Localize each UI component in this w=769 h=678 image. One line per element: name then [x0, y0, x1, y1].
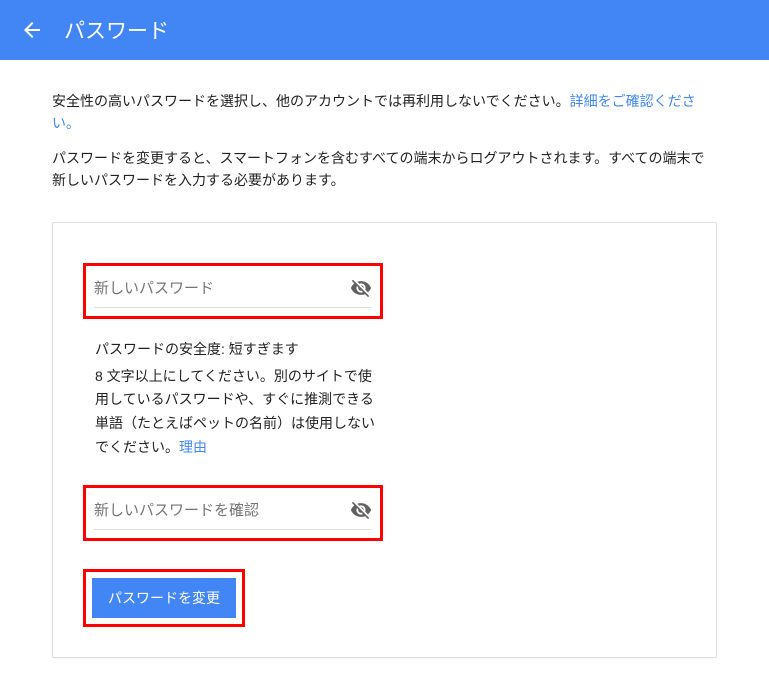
back-arrow-icon[interactable] — [20, 18, 44, 42]
intro-text-2: パスワードを変更すると、スマートフォンを含むすべての端末からログアウトされます。… — [52, 147, 717, 192]
confirm-password-input[interactable] — [94, 496, 350, 525]
visibility-off-icon[interactable] — [350, 499, 372, 521]
password-card: パスワードの安全度: 短すぎます 8 文字以上にしてください。別のサイトで使用し… — [52, 222, 717, 658]
change-password-button[interactable]: パスワードを変更 — [92, 578, 236, 618]
header-title: パスワード — [64, 15, 169, 45]
new-password-input[interactable] — [94, 274, 350, 303]
submit-button-highlight: パスワードを変更 — [83, 569, 245, 627]
intro-text-1: 安全性の高いパスワードを選択し、他のアカウントでは再利用しないでください。詳細を… — [52, 90, 717, 135]
confirm-password-highlight — [83, 485, 383, 541]
strength-desc-text: 8 文字以上にしてください。別のサイトで使用しているパスワードや、すぐに推測でき… — [95, 368, 375, 455]
strength-title: パスワードの安全度: 短すぎます — [95, 339, 380, 359]
strength-section: パスワードの安全度: 短すぎます 8 文字以上にしてください。別のサイトで使用し… — [95, 339, 380, 460]
strength-description: 8 文字以上にしてください。別のサイトで使用しているパスワードや、すぐに推測でき… — [95, 365, 380, 460]
intro-text-1-part1: 安全性の高いパスワードを選択し、他のアカウントでは再利用しないでください。 — [52, 93, 570, 109]
content: 安全性の高いパスワードを選択し、他のアカウントでは再利用しないでください。詳細を… — [0, 60, 769, 678]
new-password-row — [94, 274, 372, 308]
confirm-password-row — [94, 496, 372, 530]
reason-link[interactable]: 理由 — [179, 439, 207, 455]
visibility-off-icon[interactable] — [350, 277, 372, 299]
new-password-highlight — [83, 263, 383, 319]
header: パスワード — [0, 0, 769, 60]
